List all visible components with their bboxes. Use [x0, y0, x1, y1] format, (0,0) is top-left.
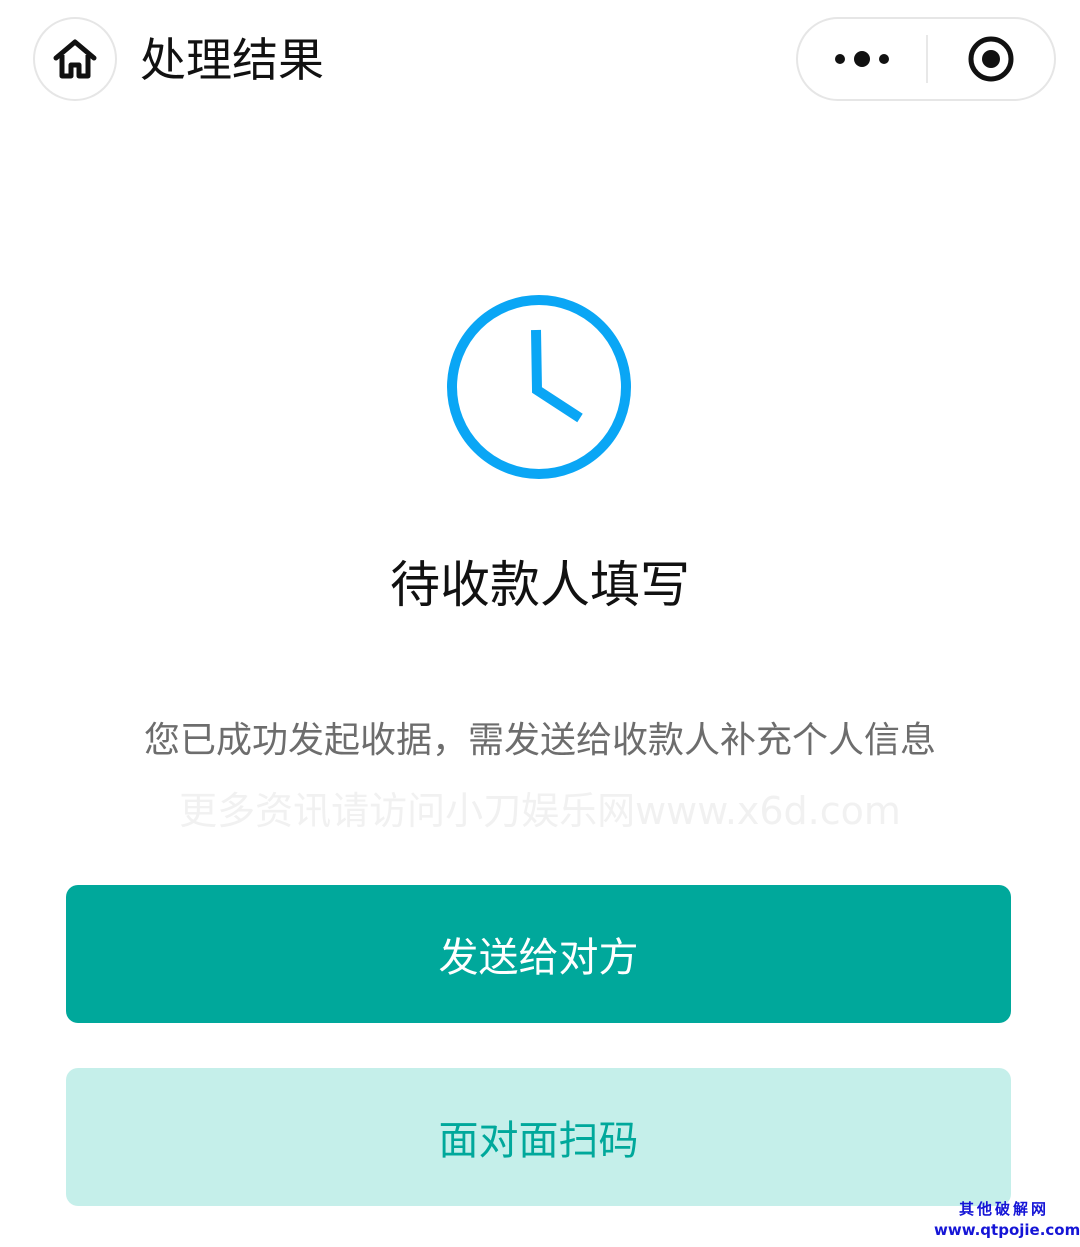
status-title: 待收款人填写	[390, 556, 690, 614]
home-button[interactable]	[33, 17, 117, 101]
page-title: 处理结果	[140, 33, 324, 87]
page: 处理结果 待收款人填写 您已成功发起收据，需发送给收款人补充个人信息 更多资讯请…	[0, 0, 1080, 1247]
close-button[interactable]	[928, 19, 1054, 99]
corner-watermark: 其他破解网 www.qtpojie.com	[934, 1198, 1080, 1240]
corner-watermark-line2: www.qtpojie.com	[934, 1221, 1080, 1239]
send-to-recipient-label: 发送给对方	[438, 935, 639, 981]
face-to-face-scan-button[interactable]: 面对面扫码	[66, 1068, 1011, 1206]
mini-program-capsule	[796, 17, 1056, 101]
clock-icon	[447, 295, 631, 479]
watermark-text: 更多资讯请访问小刀娱乐网www.x6d.com	[179, 789, 901, 833]
target-close-icon	[968, 36, 1014, 82]
face-to-face-scan-label: 面对面扫码	[438, 1118, 639, 1164]
corner-watermark-line1: 其他破解网	[958, 1200, 1049, 1218]
more-dots-icon	[835, 51, 889, 67]
more-menu-button[interactable]	[798, 19, 926, 99]
home-icon	[53, 39, 97, 79]
send-to-recipient-button[interactable]: 发送给对方	[66, 885, 1011, 1023]
status-description: 您已成功发起收据，需发送给收款人补充个人信息	[143, 720, 936, 761]
